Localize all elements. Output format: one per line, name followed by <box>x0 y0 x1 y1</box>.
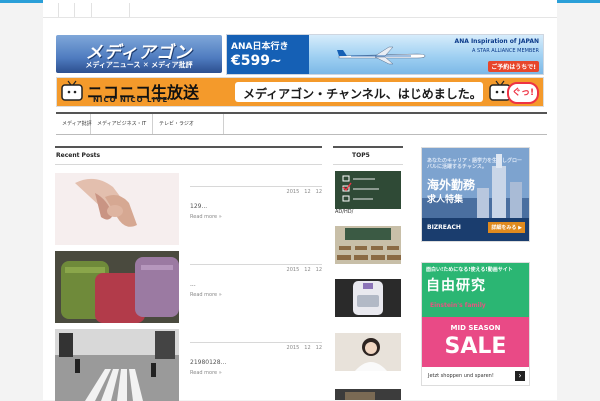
post-thumbnail[interactable] <box>55 329 179 401</box>
top5-item-label[interactable]: AD/HD/ <box>335 209 353 215</box>
post-thumbnail[interactable] <box>55 251 179 323</box>
sale-ad-brand-box: Einstein's family <box>422 297 502 317</box>
top5-header: TOP5 <box>333 146 403 166</box>
divider <box>190 342 322 343</box>
ana-route-text: ANA日本行き <box>231 42 289 52</box>
nav-item-tv-radio[interactable]: テレビ・ラジオ <box>153 114 224 134</box>
read-more-link[interactable]: Read more » <box>190 370 222 376</box>
post-thumbnail[interactable] <box>55 173 179 245</box>
post-date: 2015 12 12 <box>286 345 322 351</box>
read-more-link[interactable]: Read more » <box>190 214 222 220</box>
top-nav-item[interactable] <box>43 3 59 17</box>
ana-brand: ANA Inspiration of JAPAN <box>454 38 539 45</box>
sale-ad-season: MID SEASON <box>450 324 501 332</box>
divider <box>333 164 403 165</box>
top5-title: TOP5 <box>352 152 370 159</box>
niconico-message: メディアゴン・チャンネル、はじめました。 <box>243 87 482 101</box>
sale-ad-sale: SALE <box>444 334 507 359</box>
ana-price-text: €599~ <box>231 53 282 69</box>
suitcases-image <box>55 251 179 323</box>
recent-posts-title: Recent Posts <box>56 152 101 159</box>
street-crossing-image <box>55 329 179 401</box>
sale-ad-brand: Einstein's family <box>430 302 486 309</box>
ana-alliance: A STAR ALLIANCE MEMBER <box>471 48 539 54</box>
post-date: 2015 12 12 <box>286 267 322 273</box>
post-item[interactable]: 2015 12 12 129... Read more » <box>55 173 322 245</box>
top-nav-item[interactable] <box>74 3 92 17</box>
read-more-link[interactable]: Read more » <box>190 292 222 298</box>
niconico-logo: ニコニコ生放送 NICO NICO LIVE <box>87 79 227 105</box>
article-image <box>335 389 401 400</box>
niconico-message-box: メディアゴン・チャンネル、はじめました。 <box>235 82 483 102</box>
top5-thumbnail[interactable] <box>335 387 401 400</box>
divider <box>190 186 322 187</box>
top-nav-item[interactable] <box>91 3 130 17</box>
niconico-badge: ぐっ! <box>507 82 539 104</box>
top5-thumbnail[interactable] <box>335 279 401 317</box>
site-logo[interactable]: メディアゴン メディアニュース ✕ メディア批評 <box>56 35 222 73</box>
nav-item-media-business-it[interactable]: メディアビジネス・IT <box>91 114 153 134</box>
airplane-icon <box>337 46 426 65</box>
sale-ad-footer: Jetzt shoppen und sparen! <box>428 373 494 379</box>
main-navigation: メディア批評 メディアビジネス・IT テレビ・ラジオ <box>56 112 547 135</box>
site-logo-subtitle: メディアニュース ✕ メディア批評 <box>85 61 193 69</box>
top-utility-nav <box>43 3 557 18</box>
top5-thumbnail[interactable] <box>335 226 401 264</box>
post-item[interactable]: 2015 12 12 ... Read more » <box>55 251 322 323</box>
classroom-image <box>335 226 401 264</box>
hand-dryer-image <box>335 279 401 317</box>
top-nav-item[interactable] <box>58 3 75 17</box>
bizreach-title-2: 求人特集 <box>427 195 464 205</box>
page-container: メディアゴン メディアニュース ✕ メディア批評 ANA日本行き €599~ A… <box>43 0 557 401</box>
chalkboard-checklist-image <box>335 171 401 209</box>
sale-ad[interactable]: 面白い!ためになる!使える!動画サイト 自由研究 Einstein's fami… <box>421 262 530 386</box>
top5-thumbnail[interactable] <box>335 171 401 209</box>
sale-ad-tagline: 面白い!ためになる!使える!動画サイト <box>426 267 513 273</box>
tv-mascot-icon <box>61 80 83 101</box>
ana-brand-block: ANA Inspiration of JAPAN A STAR ALLIANCE… <box>455 38 539 73</box>
nav-item-media-critique[interactable]: メディア批評 <box>56 114 92 134</box>
post-excerpt: ... <box>190 281 196 288</box>
bizreach-copy: あなたのキャリア・語学力を生かしグローバルに活躍するチャンス。 <box>427 158 523 170</box>
ana-banner-ad[interactable]: ANA日本行き €599~ ANA Inspiration of JAPAN A… <box>226 34 544 75</box>
bizreach-title-1: 海外勤務 <box>427 178 476 192</box>
post-item[interactable]: 2015 12 12 21980128... Read more » <box>55 329 322 401</box>
divider <box>55 164 322 165</box>
post-date: 2015 12 12 <box>286 189 322 195</box>
top5-thumbnail[interactable] <box>335 333 401 371</box>
bizreach-logo: BIZREACH <box>427 224 461 231</box>
post-excerpt: 21980128... <box>190 359 227 366</box>
bizreach-cta-button[interactable]: 詳細をみる ▶ <box>488 222 525 233</box>
niconico-badge-text: ぐっ! <box>512 88 535 98</box>
divider <box>190 264 322 265</box>
woman-portrait-image <box>335 333 401 371</box>
chevron-right-icon[interactable]: › <box>515 371 525 381</box>
holding-hands-image <box>55 173 179 245</box>
post-excerpt: 129... <box>190 203 208 210</box>
sale-ad-title: 自由研究 <box>426 278 486 294</box>
bizreach-ad[interactable]: あなたのキャリア・語学力を生かしグローバルに活躍するチャンス。 海外勤務 求人特… <box>421 147 530 242</box>
recent-posts-header: Recent Posts <box>55 146 322 166</box>
niconico-banner-ad[interactable]: ニコニコ生放送 NICO NICO LIVE メディアゴン・チャンネル、はじめま… <box>56 77 544 107</box>
niconico-logo-subtitle: NICO NICO LIVE <box>93 96 169 104</box>
ana-offer-panel: ANA日本行き €599~ <box>227 35 309 74</box>
ana-cta-button[interactable]: ご予約はうちで! <box>488 61 539 72</box>
